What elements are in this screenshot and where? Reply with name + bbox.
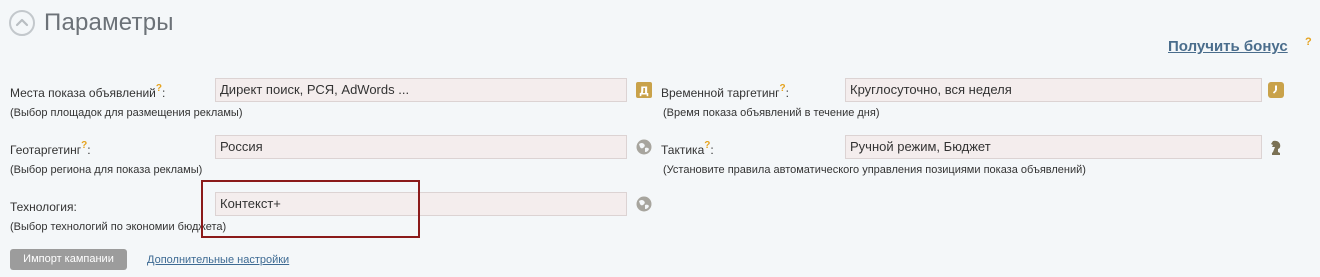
technology-field[interactable]: Контекст+ — [215, 192, 627, 216]
placements-help-mark[interactable]: ? — [156, 83, 162, 94]
bonus-help-mark[interactable]: ? — [1305, 36, 1312, 48]
chevron-up-icon — [15, 18, 29, 27]
direct-letter-icon[interactable]: Д — [636, 82, 652, 98]
placements-field[interactable]: Директ поиск, РСЯ, AdWords ... — [215, 78, 627, 102]
placements-hint: (Выбор площадок для размещения рекламы) — [10, 107, 243, 119]
additional-settings-link[interactable]: Дополнительные настройки — [147, 254, 289, 266]
chess-knight-icon[interactable] — [1268, 139, 1284, 155]
collapse-section-button[interactable] — [9, 10, 35, 36]
tactics-hint: (Установите правила автоматического упра… — [663, 164, 1086, 176]
geo-targeting-hint: (Выбор региона для показа рекламы) — [10, 164, 203, 176]
globe-icon[interactable] — [636, 139, 652, 155]
technology-hint: (Выбор технологий по экономии бюджета) — [10, 221, 227, 233]
placements-label: Места показа объявлений?: — [10, 83, 166, 100]
time-targeting-help-mark[interactable]: ? — [780, 83, 786, 94]
clock-icon[interactable] — [1268, 82, 1284, 98]
globe-icon[interactable] — [636, 196, 652, 212]
tactics-field[interactable]: Ручной режим, Бюджет — [845, 135, 1262, 159]
technology-label: Технология: — [10, 200, 77, 214]
section-title: Параметры — [44, 9, 174, 36]
geo-targeting-label: Геотаргетинг?: — [10, 140, 91, 157]
time-targeting-hint: (Время показа объявлений в течение дня) — [663, 107, 880, 119]
geo-targeting-help-mark[interactable]: ? — [81, 140, 87, 151]
time-targeting-field[interactable]: Круглосуточно, вся неделя — [845, 78, 1262, 102]
import-campaign-button[interactable]: Импорт кампании — [10, 249, 127, 270]
tactics-help-mark[interactable]: ? — [704, 140, 710, 151]
direct-letter-icon-glyph: Д — [639, 85, 649, 98]
tactics-label: Тактика?: — [661, 140, 714, 157]
get-bonus-link[interactable]: Получить бонус — [1168, 38, 1288, 55]
time-targeting-label: Временной таргетинг?: — [661, 83, 789, 100]
geo-targeting-field[interactable]: Россия — [215, 135, 627, 159]
